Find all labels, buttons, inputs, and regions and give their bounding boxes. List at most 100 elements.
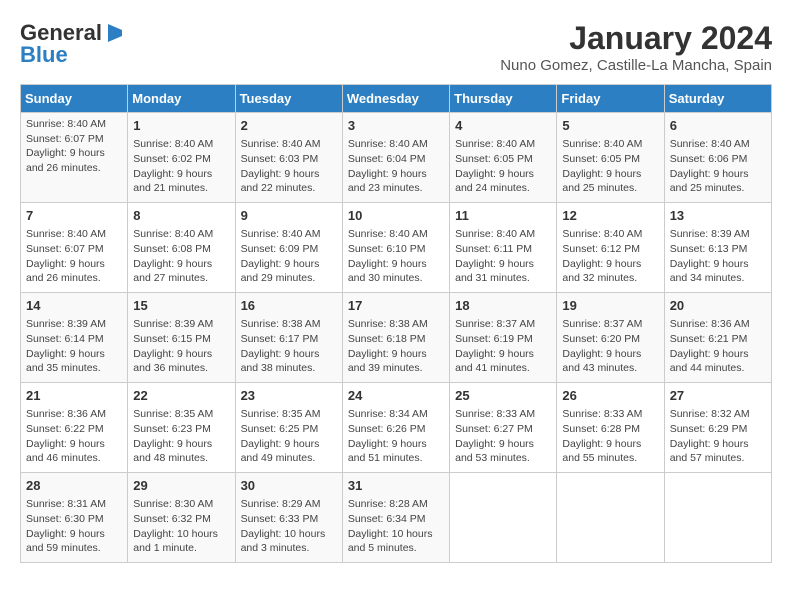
calendar-cell: 26 Sunrise: 8:33 AM Sunset: 6:28 PM Dayli… [557,383,664,473]
day-number: 31 [348,477,444,495]
day-number: 8 [133,207,229,225]
calendar-cell: 15 Sunrise: 8:39 AM Sunset: 6:15 PM Dayli… [128,293,235,383]
calendar-week-1: Sunrise: 8:40 AM Sunset: 6:07 PM Dayligh… [21,113,772,203]
day-info: Sunrise: 8:40 AM Sunset: 6:10 PM Dayligh… [348,227,444,286]
day-info: Sunrise: 8:31 AM Sunset: 6:30 PM Dayligh… [26,497,122,556]
calendar-cell: 18 Sunrise: 8:37 AM Sunset: 6:19 PM Dayli… [450,293,557,383]
logo-blue: Blue [20,42,68,68]
calendar-cell: 17 Sunrise: 8:38 AM Sunset: 6:18 PM Dayli… [342,293,449,383]
calendar-cell [557,473,664,563]
calendar-cell: 29Sunrise: 8:30 AM Sunset: 6:32 PM Dayli… [128,473,235,563]
calendar-table: SundayMondayTuesdayWednesdayThursdayFrid… [20,84,772,563]
day-info: Sunrise: 8:39 AM Sunset: 6:13 PM Dayligh… [670,227,766,286]
calendar-cell: 10 Sunrise: 8:40 AM Sunset: 6:10 PM Dayli… [342,203,449,293]
day-number: 17 [348,297,444,315]
calendar-week-4: 21Sunrise: 8:36 AM Sunset: 6:22 PM Dayli… [21,383,772,473]
day-info: Sunrise: 8:40 AM Sunset: 6:09 PM Dayligh… [241,227,337,286]
calendar-cell: 3 Sunrise: 8:40 AM Sunset: 6:04 PM Daylig… [342,113,449,203]
day-info: Sunrise: 8:40 AM Sunset: 6:05 PM Dayligh… [562,137,658,196]
calendar-cell: 27Sunrise: 8:32 AM Sunset: 6:29 PM Dayli… [664,383,771,473]
day-number: 27 [670,387,766,405]
month-title: January 2024 [500,20,772,57]
calendar-cell: 9Sunrise: 8:40 AM Sunset: 6:09 PM Daylig… [235,203,342,293]
day-number: 1 [133,117,229,135]
day-info: Sunrise: 8:40 AM Sunset: 6:03 PM Dayligh… [241,137,337,196]
calendar-cell: 30 Sunrise: 8:29 AM Sunset: 6:33 PM Dayli… [235,473,342,563]
header-thursday: Thursday [450,85,557,113]
calendar-cell: 16 Sunrise: 8:38 AM Sunset: 6:17 PM Dayli… [235,293,342,383]
day-info: Sunrise: 8:39 AM Sunset: 6:15 PM Dayligh… [133,317,229,376]
page-header: General Blue January 2024 Nuno Gomez, Ca… [20,20,772,74]
day-number: 12 [562,207,658,225]
day-info: Sunrise: 8:40 AM Sunset: 6:08 PM Dayligh… [133,227,229,286]
header-friday: Friday [557,85,664,113]
day-number: 28 [26,477,122,495]
day-number: 29 [133,477,229,495]
calendar-cell [450,473,557,563]
day-number: 18 [455,297,551,315]
calendar-cell: 31 Sunrise: 8:28 AM Sunset: 6:34 PM Dayli… [342,473,449,563]
calendar-cell: 20 Sunrise: 8:36 AM Sunset: 6:21 PM Dayli… [664,293,771,383]
calendar-cell: 21Sunrise: 8:36 AM Sunset: 6:22 PM Dayli… [21,383,128,473]
day-info: Sunrise: 8:36 AM Sunset: 6:21 PM Dayligh… [670,317,766,376]
day-info: Sunrise: 8:37 AM Sunset: 6:19 PM Dayligh… [455,317,551,376]
title-block: January 2024 Nuno Gomez, Castille-La Man… [500,20,772,74]
day-number: 30 [241,477,337,495]
day-info: Sunrise: 8:37 AM Sunset: 6:20 PM Dayligh… [562,317,658,376]
day-number: 16 [241,297,337,315]
day-number: 13 [670,207,766,225]
calendar-cell: 25Sunrise: 8:33 AM Sunset: 6:27 PM Dayli… [450,383,557,473]
calendar-cell: 4 Sunrise: 8:40 AM Sunset: 6:05 PM Daylig… [450,113,557,203]
day-info: Sunrise: 8:34 AM Sunset: 6:26 PM Dayligh… [348,407,444,466]
day-number: 2 [241,117,337,135]
day-number: 25 [455,387,551,405]
header-tuesday: Tuesday [235,85,342,113]
calendar-week-5: 28 Sunrise: 8:31 AM Sunset: 6:30 PM Dayli… [21,473,772,563]
day-info: Sunrise: 8:40 AM Sunset: 6:04 PM Dayligh… [348,137,444,196]
days-header-row: SundayMondayTuesdayWednesdayThursdayFrid… [21,85,772,113]
calendar-cell: 23 Sunrise: 8:35 AM Sunset: 6:25 PM Dayli… [235,383,342,473]
day-info: Sunrise: 8:39 AM Sunset: 6:14 PM Dayligh… [26,317,122,376]
day-number: 6 [670,117,766,135]
day-number: 19 [562,297,658,315]
header-saturday: Saturday [664,85,771,113]
day-info: Sunrise: 8:40 AM Sunset: 6:06 PM Dayligh… [670,137,766,196]
day-number: 7 [26,207,122,225]
day-info: Sunrise: 8:29 AM Sunset: 6:33 PM Dayligh… [241,497,337,556]
calendar-cell [664,473,771,563]
header-monday: Monday [128,85,235,113]
day-info: Sunrise: 8:38 AM Sunset: 6:17 PM Dayligh… [241,317,337,376]
calendar-cell: 12 Sunrise: 8:40 AM Sunset: 6:12 PM Dayli… [557,203,664,293]
logo-icon [104,22,126,44]
day-info: Sunrise: 8:40 AM Sunset: 6:05 PM Dayligh… [455,137,551,196]
calendar-week-2: 7 Sunrise: 8:40 AM Sunset: 6:07 PM Daylig… [21,203,772,293]
day-info: Sunrise: 8:36 AM Sunset: 6:22 PM Dayligh… [26,407,122,466]
day-number: 10 [348,207,444,225]
day-number: 23 [241,387,337,405]
calendar-cell: 1Sunrise: 8:40 AM Sunset: 6:02 PM Daylig… [128,113,235,203]
day-info: Sunrise: 8:35 AM Sunset: 6:25 PM Dayligh… [241,407,337,466]
calendar-cell: 5Sunrise: 8:40 AM Sunset: 6:05 PM Daylig… [557,113,664,203]
day-number: 20 [670,297,766,315]
day-number: 11 [455,207,551,225]
day-info: Sunrise: 8:33 AM Sunset: 6:28 PM Dayligh… [562,407,658,466]
day-info: Sunrise: 8:40 AM Sunset: 6:07 PM Dayligh… [26,227,122,286]
calendar-cell: 6 Sunrise: 8:40 AM Sunset: 6:06 PM Daylig… [664,113,771,203]
day-number: 15 [133,297,229,315]
day-number: 4 [455,117,551,135]
calendar-cell: 13 Sunrise: 8:39 AM Sunset: 6:13 PM Dayli… [664,203,771,293]
calendar-cell: 7 Sunrise: 8:40 AM Sunset: 6:07 PM Daylig… [21,203,128,293]
day-info: Sunrise: 8:40 AM Sunset: 6:11 PM Dayligh… [455,227,551,286]
day-number: 24 [348,387,444,405]
day-info: Sunrise: 8:28 AM Sunset: 6:34 PM Dayligh… [348,497,444,556]
day-number: 26 [562,387,658,405]
day-info: Sunrise: 8:38 AM Sunset: 6:18 PM Dayligh… [348,317,444,376]
calendar-cell: 28 Sunrise: 8:31 AM Sunset: 6:30 PM Dayli… [21,473,128,563]
day-number: 22 [133,387,229,405]
day-info: Sunrise: 8:40 AM Sunset: 6:12 PM Dayligh… [562,227,658,286]
logo: General Blue [20,20,126,68]
calendar-cell: Sunrise: 8:40 AM Sunset: 6:07 PM Dayligh… [21,113,128,203]
day-number: 3 [348,117,444,135]
calendar-cell: 2 Sunrise: 8:40 AM Sunset: 6:03 PM Daylig… [235,113,342,203]
header-wednesday: Wednesday [342,85,449,113]
